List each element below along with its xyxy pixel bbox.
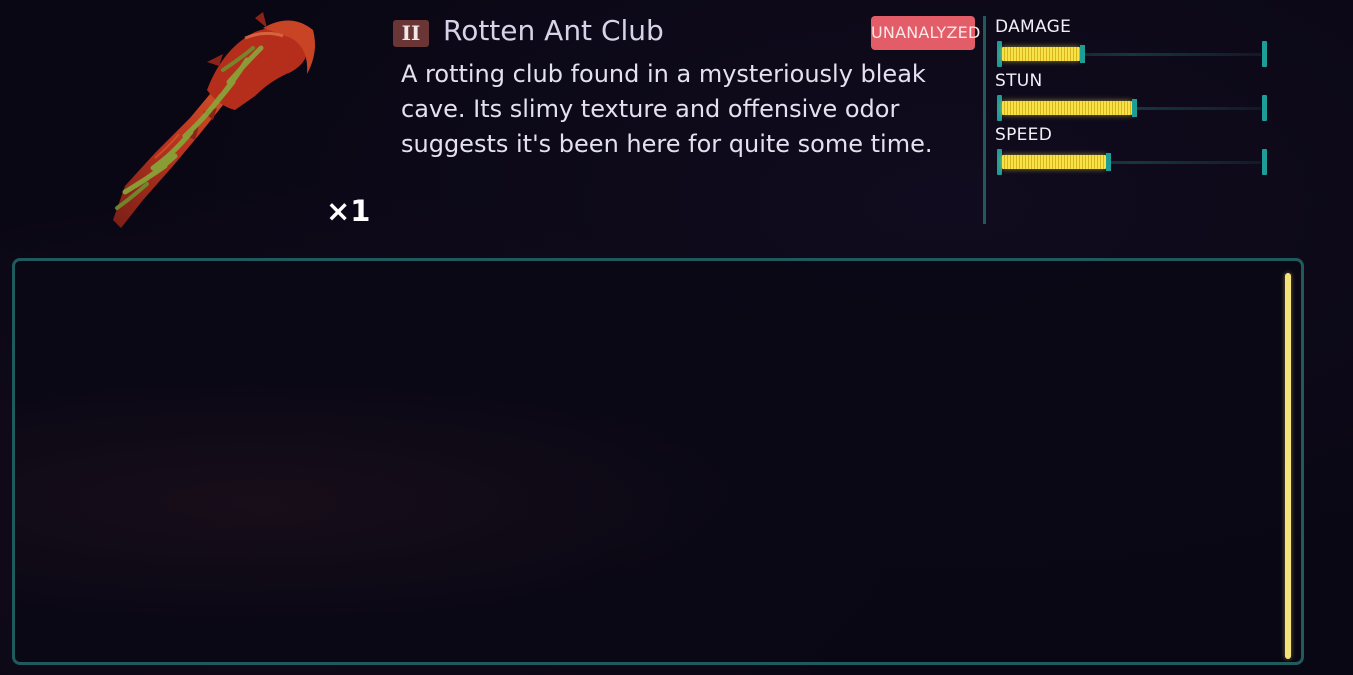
stat-speed: SPEED — [995, 125, 1270, 177]
stat-label: SPEED — [995, 125, 1053, 145]
stats-divider — [983, 16, 986, 224]
stat-label: DAMAGE — [995, 17, 1072, 37]
status-badge: UNANALYZED — [871, 16, 980, 50]
stat-stun: STUN — [995, 71, 1270, 123]
stat-bar — [997, 149, 1267, 175]
stat-label: STUN — [995, 71, 1043, 91]
scrollbar[interactable] — [1285, 273, 1291, 659]
rotten-ant-club-icon — [113, 12, 315, 228]
item-image — [95, 8, 325, 236]
tier-badge: II — [393, 20, 429, 47]
detail-panel — [12, 258, 1304, 665]
stat-bar — [997, 41, 1267, 67]
item-name: Rotten Ant Club — [443, 14, 664, 47]
item-description: A rotting club found in a mysteriously b… — [401, 60, 933, 158]
item-quantity: ×1 — [326, 194, 371, 228]
stat-damage: DAMAGE — [995, 17, 1270, 69]
stat-bar — [997, 95, 1267, 121]
